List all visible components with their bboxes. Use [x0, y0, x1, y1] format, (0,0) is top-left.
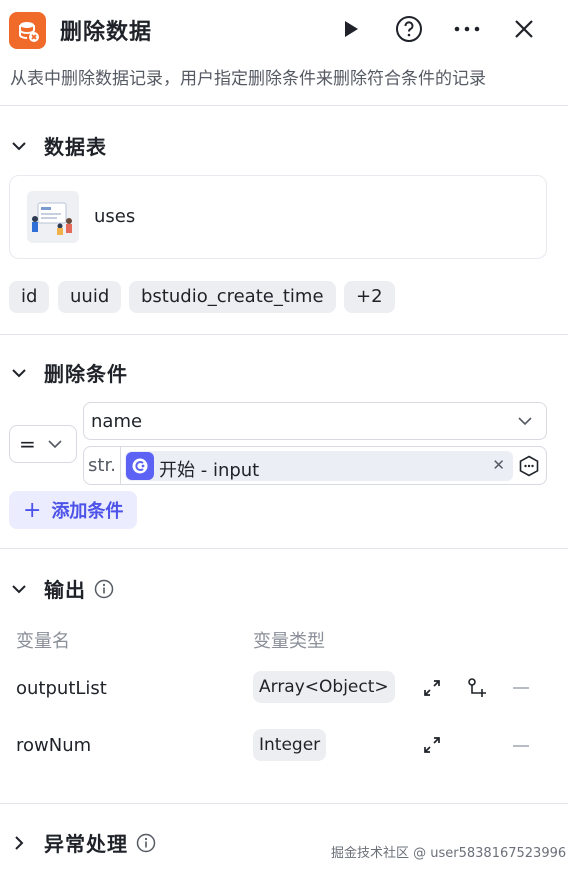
variable-picker-icon[interactable] — [518, 455, 540, 481]
info-icon[interactable] — [136, 833, 156, 853]
section-title: 异常处理 — [44, 832, 128, 856]
section-exception-header[interactable]: 异常处理 — [10, 828, 156, 857]
output-var-type: Array<Object> — [253, 671, 395, 703]
remove-icon[interactable] — [513, 687, 529, 689]
chevron-down-icon[interactable] — [10, 364, 28, 382]
output-var-name: outputList — [16, 678, 107, 699]
run-button[interactable] — [336, 14, 366, 44]
divider — [0, 548, 568, 549]
chevron-down-icon[interactable] — [10, 137, 28, 155]
chevron-down-icon — [48, 439, 62, 448]
node-header: 删除数据 — [0, 0, 568, 58]
database-delete-icon — [9, 12, 46, 49]
divider — [0, 803, 568, 804]
section-title: 输出 — [44, 578, 86, 602]
expand-icon[interactable] — [420, 676, 444, 700]
column-header-var-name: 变量名 — [16, 631, 70, 652]
condition-value-input[interactable]: str. 开始 - input ✕ — [83, 446, 547, 485]
table-card[interactable]: uses — [9, 175, 547, 259]
node-description: 从表中删除数据记录，用户指定删除条件来删除符合条件的记录 — [10, 69, 486, 89]
condition-field-value: name — [91, 411, 143, 432]
start-node-icon — [126, 452, 154, 480]
section-conditions-header[interactable]: 删除条件 — [10, 358, 128, 387]
more-button[interactable] — [452, 14, 482, 44]
divider — [0, 334, 568, 335]
remove-icon[interactable] — [513, 745, 529, 747]
value-type-selector[interactable]: str. — [84, 447, 121, 484]
operator-select[interactable]: = — [9, 425, 77, 463]
help-icon — [396, 16, 422, 42]
output-var-type: Integer — [253, 729, 327, 761]
table-thumbnail — [27, 191, 79, 243]
section-title: 删除条件 — [44, 362, 128, 386]
chevron-right-icon[interactable] — [10, 834, 28, 852]
condition-field-select[interactable]: name — [83, 402, 547, 440]
divider — [0, 105, 568, 106]
operator-value: = — [19, 432, 36, 456]
section-data-table-header[interactable]: 数据表 — [10, 131, 107, 160]
more-icon — [454, 26, 480, 32]
watermark: 掘金技术社区 @ user5838167523996 — [331, 846, 567, 861]
add-condition-button[interactable]: + 添加条件 — [9, 491, 137, 529]
more-fields-tag[interactable]: +2 — [344, 281, 395, 313]
add-child-icon[interactable] — [465, 676, 489, 700]
section-title: 数据表 — [44, 135, 107, 159]
output-var-name: rowNum — [16, 735, 92, 756]
add-condition-label: 添加条件 — [51, 501, 124, 522]
info-icon[interactable] — [94, 579, 114, 599]
close-button[interactable] — [509, 14, 539, 44]
clear-reference-icon[interactable]: ✕ — [492, 456, 505, 474]
play-icon — [345, 21, 358, 37]
variable-reference[interactable]: 开始 - input ✕ — [125, 451, 513, 481]
section-output-header[interactable]: 输出 — [10, 574, 114, 603]
help-button[interactable] — [394, 14, 424, 44]
field-tag: id — [9, 281, 50, 313]
field-tag: uuid — [58, 281, 122, 313]
chevron-down-icon — [518, 417, 532, 426]
chevron-down-icon[interactable] — [10, 580, 28, 598]
column-header-var-type: 变量类型 — [253, 631, 325, 652]
table-name: uses — [94, 206, 136, 227]
plus-icon: + — [23, 497, 42, 523]
node-title: 删除数据 — [60, 20, 153, 45]
expand-icon[interactable] — [420, 733, 444, 757]
close-icon — [515, 20, 533, 38]
variable-reference-label: 开始 - input — [159, 460, 260, 481]
field-tag: bstudio_create_time — [129, 281, 336, 313]
